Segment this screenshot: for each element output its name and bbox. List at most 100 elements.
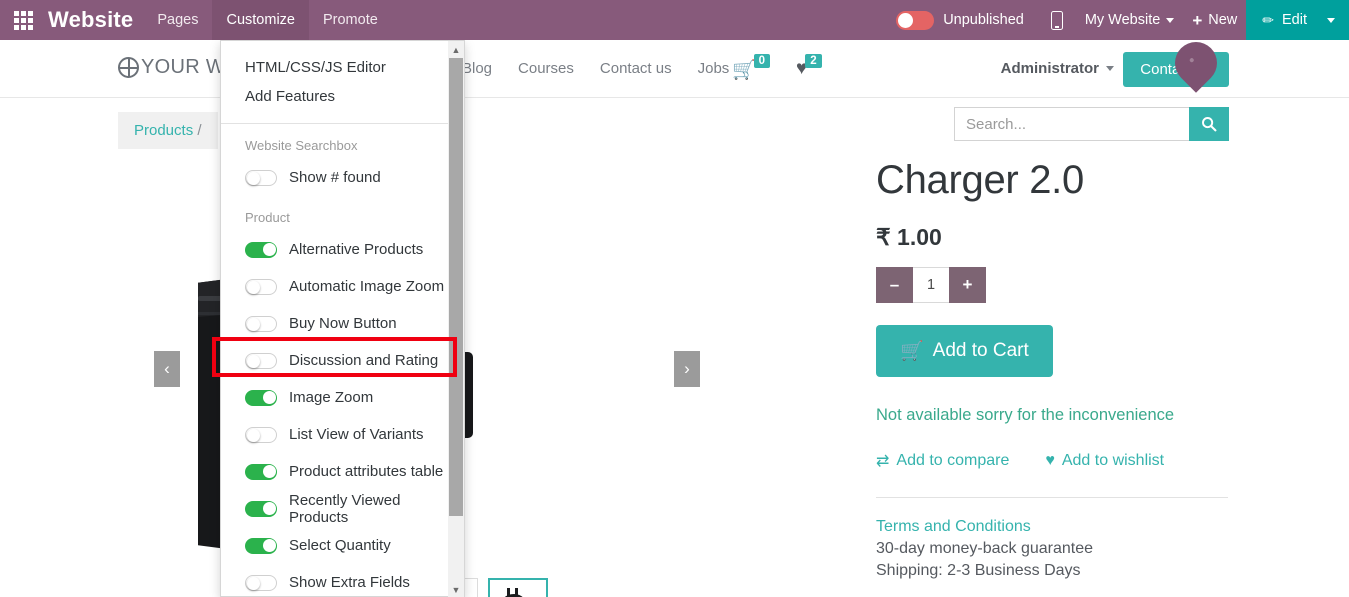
publish-toggle[interactable]: Unpublished <box>882 10 1038 30</box>
website-selector[interactable]: My Website <box>1076 12 1183 28</box>
page-title: Charger 2.0 <box>876 158 1084 202</box>
nav-link-blog[interactable]: Blog <box>462 60 492 77</box>
new-button-label: New <box>1208 12 1238 28</box>
menu-item-add-features[interactable]: Add Features <box>221 82 448 111</box>
quantity-input[interactable]: 1 <box>913 267 949 303</box>
shipping-text: Shipping: 2-3 Business Days <box>876 562 1081 579</box>
product-actions: ⇄ Add to compare ♥ Add to wishlist <box>876 451 1276 471</box>
option-buy-now-button[interactable]: Buy Now Button <box>221 305 448 342</box>
nav-link-jobs[interactable]: Jobs <box>698 60 730 77</box>
section-title-product: Product <box>245 210 290 225</box>
quantity-decrease-button[interactable]: – <box>876 267 913 303</box>
add-to-cart-label: Add to Cart <box>932 340 1029 361</box>
scrollbar-thumb[interactable] <box>449 58 463 516</box>
wishlist-link[interactable]: ♥ 2 <box>796 54 822 80</box>
toggle-switch[interactable] <box>245 352 277 369</box>
availability-message: Not available sorry for the inconvenienc… <box>876 406 1175 424</box>
option-label: Alternative Products <box>289 241 424 258</box>
toggle-switch[interactable] <box>245 463 277 480</box>
menu-promote[interactable]: Promote <box>309 0 392 40</box>
guarantee-text: 30-day money-back guarantee <box>876 540 1094 557</box>
cart-count-badge: 0 <box>753 54 771 68</box>
site-navigation: Blog Courses Contact us Jobs <box>462 60 729 77</box>
toggle-switch[interactable] <box>245 426 277 443</box>
chevron-up-icon[interactable]: ▲ <box>448 41 464 58</box>
product-page: Products / Search... ‹ › Charger 2.0 ₹ 1… <box>0 98 1349 597</box>
app-title: Website <box>48 7 134 32</box>
toggle-switch[interactable] <box>245 241 277 258</box>
menu-customize[interactable]: Customize <box>212 0 309 40</box>
search-button[interactable] <box>1189 107 1229 141</box>
menu-pages[interactable]: Pages <box>143 0 212 40</box>
breadcrumb-label[interactable]: Products <box>134 122 193 139</box>
option-select-quantity[interactable]: Select Quantity <box>221 527 448 564</box>
product-price: ₹ 1.00 <box>876 224 942 250</box>
search-icon <box>1202 117 1217 132</box>
cart-link[interactable]: 🛒 0 <box>732 54 771 82</box>
odoo-editor-topbar: Website Pages Customize Promote Unpublis… <box>0 0 1349 40</box>
chevron-down-icon <box>1106 66 1114 71</box>
add-to-compare-label: Add to compare <box>896 452 1010 469</box>
section-title-website-searchbox: Website Searchbox <box>245 138 358 153</box>
plus-icon: + <box>1192 10 1203 30</box>
website-selector-label: My Website <box>1084 12 1161 28</box>
thumbnail-image <box>490 580 546 597</box>
user-menu[interactable]: Administrator <box>1001 60 1114 77</box>
mobile-phone-icon[interactable] <box>1038 10 1076 30</box>
add-to-wishlist-link[interactable]: ♥ Add to wishlist <box>1045 451 1164 471</box>
chevron-down-icon[interactable]: ▼ <box>448 581 464 597</box>
toggle-switch[interactable] <box>245 389 277 406</box>
toggle-switch[interactable] <box>245 537 277 554</box>
publish-status-label: Unpublished <box>943 12 1024 28</box>
option-list-view-of-variants[interactable]: List View of Variants <box>221 416 448 453</box>
customize-dropdown-scroll-area: HTML/CSS/JS Editor Add Features Website … <box>221 41 448 596</box>
terms-and-conditions-link[interactable]: Terms and Conditions <box>876 518 1276 536</box>
carousel-next-button[interactable]: › <box>674 351 700 387</box>
dropdown-scrollbar[interactable]: ▲ ▼ <box>448 41 464 597</box>
breadcrumb[interactable]: Products / <box>118 112 218 149</box>
new-button[interactable]: + New <box>1183 12 1246 29</box>
chevron-down-icon <box>1327 17 1335 23</box>
search-input[interactable]: Search... <box>954 107 1189 141</box>
option-product-attributes-table[interactable]: Product attributes table <box>221 453 448 490</box>
quantity-stepper: – 1 + <box>876 267 986 303</box>
option-image-zoom[interactable]: Image Zoom <box>221 379 448 416</box>
option-label: Discussion and Rating <box>289 352 439 369</box>
thumbnail-2[interactable] <box>488 578 548 597</box>
option-show-found[interactable]: Show # found <box>221 159 448 196</box>
option-label: Recently Viewed Products <box>289 491 401 526</box>
quantity-increase-button[interactable]: + <box>949 267 986 303</box>
shopping-cart-icon: 🛒 <box>900 341 924 362</box>
toggle-switch[interactable] <box>245 278 277 295</box>
customize-top-items: HTML/CSS/JS Editor Add Features <box>221 41 448 111</box>
apps-grid-icon[interactable] <box>0 0 46 40</box>
option-recently-viewed-products[interactable]: Recently Viewed Products <box>221 490 448 527</box>
add-to-wishlist-label: Add to wishlist <box>1061 452 1165 469</box>
heart-icon: ♥ <box>1045 452 1055 469</box>
publish-switch[interactable] <box>896 10 935 30</box>
option-label: Image Zoom <box>289 389 374 406</box>
menu-item-html-css-js-editor[interactable]: HTML/CSS/JS Editor <box>221 53 448 82</box>
option-alternative-products[interactable]: Alternative Products <box>221 231 448 268</box>
toggle-switch[interactable] <box>245 315 277 332</box>
option-discussion-and-rating[interactable]: Discussion and Rating <box>221 342 448 379</box>
shopping-cart-icon: 🛒 <box>732 60 756 81</box>
option-label: Buy Now Button <box>289 315 397 332</box>
option-show-extra-fields[interactable]: Show Extra Fields <box>221 564 448 596</box>
option-label: Select Quantity <box>289 537 391 554</box>
toggle-switch[interactable] <box>245 574 277 591</box>
topbar-right-group: Unpublished My Website + New ✏ Edit <box>882 0 1349 40</box>
edit-dropdown-toggle[interactable] <box>1323 0 1349 40</box>
chevron-down-icon <box>1166 17 1175 23</box>
carousel-prev-button[interactable]: ‹ <box>154 351 180 387</box>
website-header: YOUR WE Blog Courses Contact us Jobs 🛒 0… <box>0 40 1349 98</box>
add-to-compare-link[interactable]: ⇄ Add to compare <box>876 451 1009 471</box>
nav-link-contact-us[interactable]: Contact us <box>600 60 672 77</box>
nav-link-courses[interactable]: Courses <box>518 60 574 77</box>
toggle-switch[interactable] <box>245 500 277 517</box>
product-details: Charger 2.0 ₹ 1.00 – 1 + 🛒 Add to Cart N… <box>876 158 1276 580</box>
edit-button[interactable]: ✏ Edit <box>1246 0 1323 40</box>
option-automatic-image-zoom[interactable]: Automatic Image Zoom <box>221 268 448 305</box>
add-to-cart-button[interactable]: 🛒 Add to Cart <box>876 325 1053 377</box>
toggle-switch[interactable] <box>245 169 277 186</box>
